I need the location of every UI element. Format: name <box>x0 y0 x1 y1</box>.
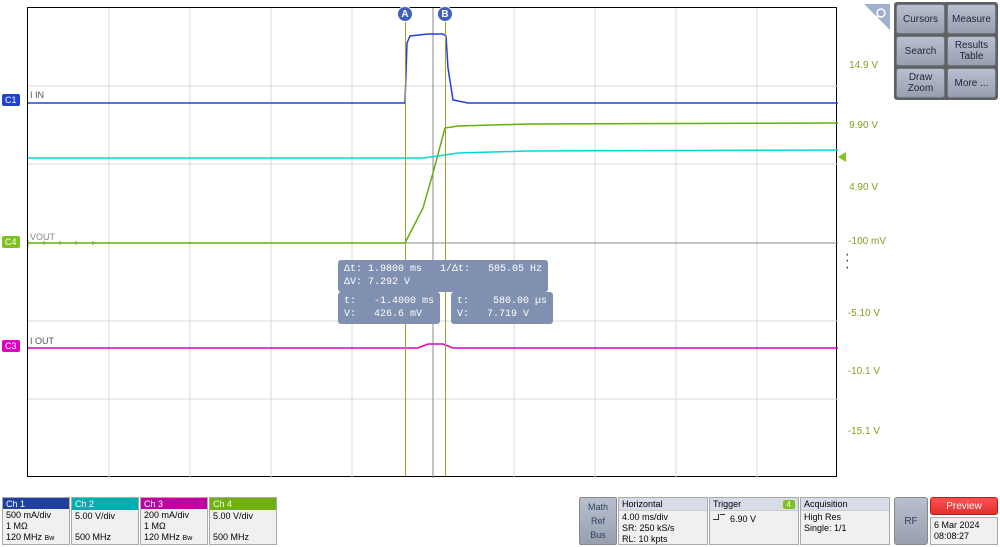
channel-1-header: Ch 1 <box>3 498 69 509</box>
magnify-icon[interactable] <box>864 4 890 30</box>
results-table-button[interactable]: Results Table <box>947 36 996 66</box>
channel-3-name: I OUT <box>30 336 54 346</box>
cursors-button[interactable]: Cursors <box>896 4 945 34</box>
more-button[interactable]: More ... <box>947 68 996 98</box>
channel-1-marker[interactable]: C1 <box>2 94 20 106</box>
acquisition-title: Acquisition <box>801 498 889 511</box>
delta-readout: Δt: 1.9800 ms 1/Δt: 505.05 HzΔV: 7.292 V <box>338 260 548 292</box>
ylabel-2: 4.90 V <box>849 182 878 193</box>
datetime-display: 6 Mar 202408:08:27 <box>930 517 998 545</box>
ref-label: Ref <box>591 516 605 526</box>
cursor-a-marker[interactable]: A <box>397 6 413 22</box>
oscilloscope-display: A B Δt: 1.9800 ms 1/Δt: 505.05 HzΔV: 7.2… <box>2 2 892 492</box>
trigger-title: Trigger <box>713 499 741 509</box>
channel-3-box[interactable]: Ch 3 200 mA/div1 MΩ120 MHz Bw <box>140 497 208 545</box>
horizontal-title: Horizontal <box>619 498 707 511</box>
channel-4-name: VOUT <box>30 232 55 242</box>
cursor-b-readout: t: 580.00 µsV: 7.719 V <box>451 292 553 324</box>
channel-1-box[interactable]: Ch 1 500 mA/div1 MΩ120 MHz Bw <box>2 497 70 545</box>
cursor-a-line[interactable] <box>405 8 406 476</box>
ylabel-4: -5.10 V <box>848 308 880 319</box>
horizontal-box[interactable]: Horizontal 4.00 ms/divSR: 250 kS/sRL: 10… <box>618 497 708 545</box>
channel-2-header: Ch 2 <box>72 498 138 510</box>
math-label: Math <box>588 502 608 512</box>
bus-label: Bus <box>590 530 606 540</box>
trigger-source-badge: 4 <box>783 500 795 509</box>
trigger-box[interactable]: Trigger4 6.90 V <box>709 497 799 545</box>
ylabel-1: 9.90 V <box>849 120 878 131</box>
channel-4-marker[interactable]: C4 <box>2 236 20 248</box>
trigger-level-arrow[interactable] <box>838 152 846 162</box>
channel-4-header: Ch 4 <box>210 498 276 510</box>
cursor-b-line[interactable] <box>445 8 446 476</box>
right-button-panel: Cursors Measure Search Results Table Dra… <box>894 2 998 100</box>
rf-button[interactable]: RF <box>894 497 928 545</box>
ylabel-0: 14.9 V <box>849 60 878 71</box>
more-dots-icon[interactable]: ··· <box>845 252 850 271</box>
cursor-b-marker[interactable]: B <box>437 6 453 22</box>
ylabel-3: -100 mV <box>848 236 886 247</box>
channel-4-box[interactable]: Ch 4 5.00 V/div500 MHz <box>209 497 277 545</box>
waveform-plot[interactable]: A B Δt: 1.9800 ms 1/Δt: 505.05 HzΔV: 7.2… <box>27 7 837 477</box>
bottom-bar: Ch 1 500 mA/div1 MΩ120 MHz Bw Ch 2 5.00 … <box>2 497 890 545</box>
math-ref-bus-button[interactable]: Math Ref Bus <box>579 497 617 545</box>
ylabel-5: -10.1 V <box>848 366 880 377</box>
cursor-a-readout: t: -1.4000 msV: 426.6 mV <box>338 292 440 324</box>
channel-1-name: I IN <box>30 90 44 100</box>
measure-button[interactable]: Measure <box>947 4 996 34</box>
acquisition-box[interactable]: Acquisition High ResSingle: 1/1 <box>800 497 890 545</box>
waveforms <box>28 8 838 478</box>
rising-edge-icon <box>713 512 725 522</box>
search-button[interactable]: Search <box>896 36 945 66</box>
bottom-right-panel: RF Preview 6 Mar 202408:08:27 <box>894 497 998 545</box>
ylabel-6: -15.1 V <box>848 426 880 437</box>
channel-2-box[interactable]: Ch 2 5.00 V/div500 MHz <box>71 497 139 545</box>
draw-zoom-button[interactable]: Draw Zoom <box>896 68 945 98</box>
channel-3-header: Ch 3 <box>141 498 207 509</box>
channel-3-marker[interactable]: C3 <box>2 340 20 352</box>
preview-button[interactable]: Preview <box>930 497 998 515</box>
grid <box>28 8 838 478</box>
